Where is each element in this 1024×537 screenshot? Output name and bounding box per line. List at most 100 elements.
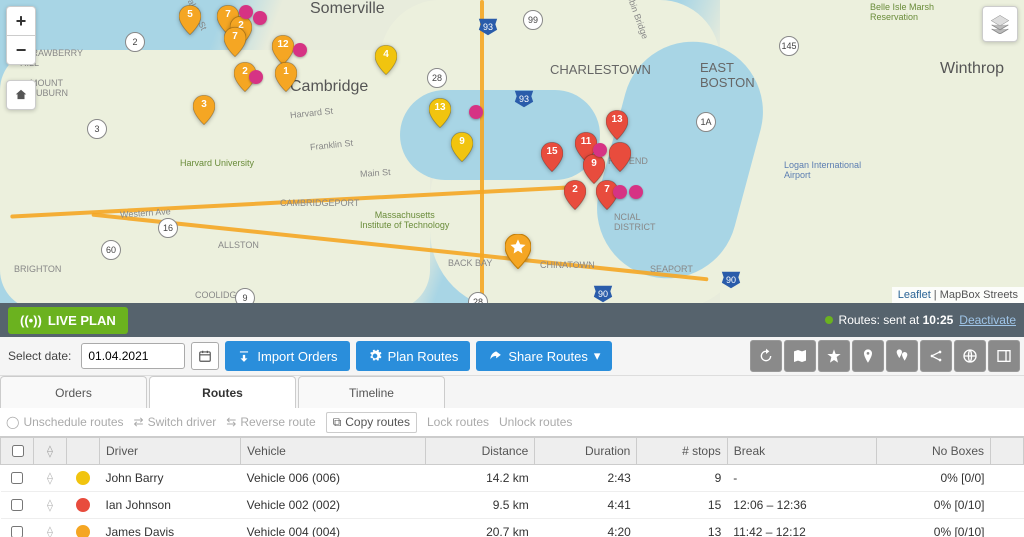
map-dot[interactable] xyxy=(253,11,267,25)
share-icon xyxy=(928,348,944,364)
globe-icon xyxy=(962,348,978,364)
map-dot[interactable] xyxy=(613,185,627,199)
refresh-button[interactable] xyxy=(750,340,782,372)
row-checkbox[interactable] xyxy=(11,526,23,537)
header-distance[interactable]: Distance xyxy=(425,438,535,465)
tab-timeline[interactable]: Timeline xyxy=(298,376,445,408)
hwy-shield-90b: 90 xyxy=(720,269,742,291)
pin-button[interactable] xyxy=(852,340,884,372)
unschedule-routes-button[interactable]: ◯Unschedule routes xyxy=(6,415,124,429)
map-pin[interactable]: 2 xyxy=(564,180,586,210)
cell-noboxes: 0% [0/10] xyxy=(877,519,991,537)
cell-vehicle: Vehicle 006 (006) xyxy=(241,465,425,492)
cell-distance: 14.2 km xyxy=(425,465,535,492)
map-pin[interactable]: 3 xyxy=(193,95,215,125)
map-dot[interactable] xyxy=(593,143,607,157)
sort-icon-header[interactable]: ⟠ xyxy=(34,438,67,465)
table-row[interactable]: ⟠James DavisVehicle 004 (004)20.7 km4:20… xyxy=(1,519,1024,537)
map-dot[interactable] xyxy=(293,43,307,57)
route-shield-1a: 1A xyxy=(696,112,716,132)
map-dot[interactable] xyxy=(629,185,643,199)
deactivate-link[interactable]: Deactivate xyxy=(959,313,1016,327)
gear-icon xyxy=(368,349,382,363)
share-button[interactable] xyxy=(920,340,952,372)
switch-driver-button[interactable]: ⇄Switch driver xyxy=(134,415,217,429)
table-row[interactable]: ⟠Ian JohnsonVehicle 002 (002)9.5 km4:411… xyxy=(1,492,1024,519)
copy-routes-button[interactable]: ⧉Copy routes xyxy=(326,412,417,433)
header-break[interactable]: Break xyxy=(727,438,876,465)
reverse-route-button[interactable]: ⇆Reverse route xyxy=(226,415,315,429)
map-canvas[interactable]: Somerville Cambridge CHARLESTOWN EAST BO… xyxy=(0,0,1024,303)
star-button[interactable] xyxy=(818,340,850,372)
home-button[interactable] xyxy=(6,80,36,110)
cell-driver: Ian Johnson xyxy=(100,492,241,519)
layers-button[interactable] xyxy=(982,6,1018,42)
live-plan-badge[interactable]: ((•)) LIVE PLAN xyxy=(8,307,128,334)
globe-button[interactable] xyxy=(954,340,986,372)
cell-stops: 9 xyxy=(637,465,727,492)
calendar-button[interactable] xyxy=(191,342,219,370)
map-toggle-button[interactable] xyxy=(784,340,816,372)
map-icon xyxy=(792,348,808,364)
route-shield-28: 28 xyxy=(427,68,447,88)
map-dot[interactable] xyxy=(239,5,253,19)
header-noboxes[interactable]: No Boxes xyxy=(877,438,991,465)
cell-break: 12:06 – 12:36 xyxy=(727,492,876,519)
route-color-dot xyxy=(76,525,90,537)
map-pin[interactable]: 9 xyxy=(451,132,473,162)
toolbar-icon-group xyxy=(750,340,1020,372)
header-driver[interactable]: Driver xyxy=(100,438,241,465)
panel-button[interactable] xyxy=(988,340,1020,372)
cell-stops: 15 xyxy=(637,492,727,519)
switch-icon: ⇄ xyxy=(134,415,144,429)
cell-duration: 4:41 xyxy=(535,492,637,519)
table-row[interactable]: ⟠John BarryVehicle 006 (006)14.2 km2:439… xyxy=(1,465,1024,492)
map-dot[interactable] xyxy=(249,70,263,84)
map-pin[interactable]: 7 xyxy=(224,27,246,57)
map-pin[interactable]: 13 xyxy=(429,98,451,128)
import-orders-button[interactable]: Import Orders xyxy=(225,341,349,371)
cell-duration: 2:43 xyxy=(535,465,637,492)
tab-orders[interactable]: Orders xyxy=(0,376,147,408)
route-shield-145: 145 xyxy=(779,36,799,56)
header-duration[interactable]: Duration xyxy=(535,438,637,465)
multi-pin-button[interactable] xyxy=(886,340,918,372)
share-routes-button[interactable]: Share Routes ▾ xyxy=(476,341,612,371)
layers-icon xyxy=(990,14,1010,34)
map-pin[interactable]: 13 xyxy=(606,110,628,140)
route-shield-60: 60 xyxy=(101,240,121,260)
cell-driver: John Barry xyxy=(100,465,241,492)
header-stops[interactable]: # stops xyxy=(637,438,727,465)
header-vehicle[interactable]: Vehicle xyxy=(241,438,425,465)
row-checkbox[interactable] xyxy=(11,499,23,511)
map-pin[interactable]: 1 xyxy=(275,62,297,92)
cell-noboxes: 0% [0/10] xyxy=(877,492,991,519)
map-dot[interactable] xyxy=(469,105,483,119)
route-icon: ⟠ xyxy=(47,498,53,512)
copy-icon: ⧉ xyxy=(333,415,342,430)
map-pin[interactable] xyxy=(609,142,631,172)
map-pin[interactable]: 5 xyxy=(179,5,201,35)
plan-routes-button[interactable]: Plan Routes xyxy=(356,341,471,371)
leaflet-link[interactable]: Leaflet xyxy=(898,289,931,301)
cell-break: 11:42 – 12:12 xyxy=(727,519,876,537)
map-pin[interactable]: 12 xyxy=(272,35,294,65)
map-pin[interactable]: 15 xyxy=(541,142,563,172)
route-shield-2: 2 xyxy=(125,32,145,52)
zoom-in-button[interactable]: + xyxy=(7,7,35,36)
zoom-out-button[interactable]: − xyxy=(7,36,35,64)
unlock-routes-button[interactable]: Unlock routes xyxy=(499,415,572,429)
date-input[interactable] xyxy=(81,343,185,369)
hwy-shield-93b: 93 xyxy=(513,88,535,110)
map-pin[interactable]: 4 xyxy=(375,45,397,75)
routes-subtoolbar: ◯Unschedule routes ⇄Switch driver ⇆Rever… xyxy=(0,408,1024,437)
live-plan-label: LIVE PLAN xyxy=(48,313,116,328)
row-checkbox[interactable] xyxy=(11,472,23,484)
select-all-checkbox[interactable] xyxy=(12,445,24,457)
zoom-control: + − xyxy=(6,6,36,65)
depot-star-pin[interactable] xyxy=(505,234,531,268)
tab-routes[interactable]: Routes xyxy=(149,376,296,408)
broadcast-icon: ((•)) xyxy=(20,313,42,328)
cell-vehicle: Vehicle 004 (004) xyxy=(241,519,425,537)
lock-routes-button[interactable]: Lock routes xyxy=(427,415,489,429)
